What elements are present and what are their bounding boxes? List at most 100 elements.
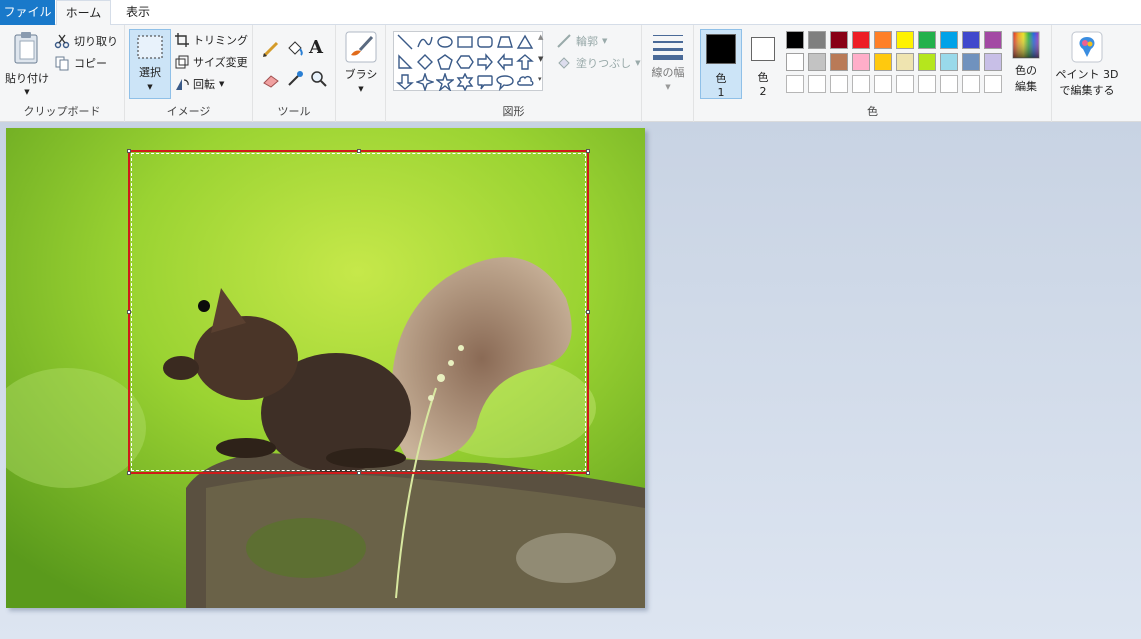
- pencil-icon[interactable]: [261, 39, 283, 61]
- curve-icon[interactable]: [416, 33, 434, 51]
- down-arrow-icon[interactable]: [396, 73, 414, 91]
- selection-handle[interactable]: [586, 310, 590, 314]
- custom-color-slot[interactable]: [786, 75, 804, 93]
- selection-rectangle[interactable]: [127, 149, 590, 475]
- palette-swatch[interactable]: [830, 53, 848, 71]
- crop-button[interactable]: トリミング: [175, 30, 248, 50]
- palette-swatch[interactable]: [852, 31, 870, 49]
- palette-swatch[interactable]: [918, 31, 936, 49]
- copy-icon: [55, 56, 69, 71]
- selection-handle[interactable]: [357, 149, 361, 153]
- palette-swatch[interactable]: [940, 31, 958, 49]
- gallery-expand-icon[interactable]: ▾: [538, 75, 548, 83]
- diamond-icon[interactable]: [416, 53, 434, 71]
- selection-handle[interactable]: [127, 471, 131, 475]
- brushes-button[interactable]: ブラシ ▼: [342, 31, 380, 99]
- hexagon-icon[interactable]: [456, 53, 474, 71]
- eraser-icon[interactable]: [261, 69, 283, 91]
- right-triangle-icon[interactable]: [396, 53, 414, 71]
- gallery-scroll-down-icon[interactable]: ▼: [538, 55, 548, 63]
- color-picker-icon[interactable]: [285, 69, 307, 91]
- image-group: 選択 ▼ トリミング サイズ変更 回転 ▼ イメージ: [125, 25, 253, 122]
- rotate-button[interactable]: 回転 ▼: [175, 74, 224, 94]
- five-point-star-icon[interactable]: [436, 73, 454, 91]
- color2-button[interactable]: 色 2: [744, 29, 782, 99]
- oval-callout-icon[interactable]: [496, 73, 514, 91]
- six-point-star-icon[interactable]: [456, 73, 474, 91]
- resize-button[interactable]: サイズ変更: [175, 52, 248, 72]
- palette-swatch[interactable]: [918, 53, 936, 71]
- tab-home[interactable]: ホーム: [56, 0, 111, 26]
- text-icon[interactable]: A: [309, 37, 331, 59]
- edit-colors-button[interactable]: 色の 編集: [1006, 31, 1046, 101]
- cloud-callout-icon[interactable]: [516, 73, 534, 91]
- custom-color-slot[interactable]: [962, 75, 980, 93]
- palette-swatch[interactable]: [808, 31, 826, 49]
- palette-swatch[interactable]: [808, 53, 826, 71]
- magnifier-icon[interactable]: [309, 69, 331, 91]
- palette-swatch[interactable]: [896, 31, 914, 49]
- paste-label: 貼り付け: [5, 72, 49, 85]
- fill-bucket-icon: [558, 57, 570, 69]
- gallery-scroll-up-icon[interactable]: ▲: [538, 33, 548, 41]
- triangle-icon[interactable]: [516, 33, 534, 51]
- rounded-rectangle-icon[interactable]: [476, 33, 494, 51]
- line-icon[interactable]: [396, 33, 414, 51]
- fill-shape-button[interactable]: 塗りつぶし ▼: [556, 53, 641, 73]
- edit-in-paint3d-button[interactable]: ペイント 3D で編集する: [1054, 31, 1120, 101]
- palette-swatch[interactable]: [852, 53, 870, 71]
- selection-handle[interactable]: [127, 149, 131, 153]
- palette-swatch[interactable]: [786, 53, 804, 71]
- chevron-down-icon: ▼: [219, 80, 225, 88]
- size-button[interactable]: 線の幅 ▼: [648, 31, 688, 101]
- fill-icon[interactable]: [285, 39, 307, 61]
- paste-button[interactable]: 貼り付け ▼: [4, 31, 50, 99]
- copy-button[interactable]: コピー: [54, 53, 107, 73]
- custom-color-slot[interactable]: [808, 75, 826, 93]
- outline-button[interactable]: 輪郭 ▼: [556, 31, 607, 51]
- palette-swatch[interactable]: [962, 31, 980, 49]
- edit-colors-label-2: 編集: [1015, 80, 1037, 93]
- selection-handle[interactable]: [357, 471, 361, 475]
- chevron-down-icon: ▼: [147, 83, 153, 91]
- color2-swatch: [751, 37, 775, 61]
- palette-swatch[interactable]: [874, 53, 892, 71]
- rounded-callout-icon[interactable]: [476, 73, 494, 91]
- palette-swatch[interactable]: [940, 53, 958, 71]
- color1-button[interactable]: 色 1: [700, 29, 742, 99]
- up-arrow-icon[interactable]: [516, 53, 534, 71]
- palette-swatch[interactable]: [874, 31, 892, 49]
- palette-swatch[interactable]: [984, 53, 1002, 71]
- custom-color-slot[interactable]: [984, 75, 1002, 93]
- custom-color-slot[interactable]: [940, 75, 958, 93]
- left-arrow-icon[interactable]: [496, 53, 514, 71]
- tab-view[interactable]: 表示: [114, 0, 162, 25]
- tab-file[interactable]: ファイル: [0, 0, 55, 25]
- chevron-down-icon: ▼: [635, 59, 641, 67]
- four-point-star-icon[interactable]: [416, 73, 434, 91]
- selection-handle[interactable]: [586, 149, 590, 153]
- oval-icon[interactable]: [436, 33, 454, 51]
- image-group-label: イメージ: [166, 105, 211, 118]
- rectangle-icon[interactable]: [456, 33, 474, 51]
- palette-swatch[interactable]: [786, 31, 804, 49]
- palette-swatch[interactable]: [962, 53, 980, 71]
- selection-handle[interactable]: [586, 471, 590, 475]
- drawing-canvas[interactable]: [6, 128, 645, 608]
- custom-color-slot[interactable]: [918, 75, 936, 93]
- rotate-label: 回転: [193, 78, 215, 91]
- polygon-icon[interactable]: [496, 33, 514, 51]
- palette-swatch[interactable]: [830, 31, 848, 49]
- custom-color-slot[interactable]: [874, 75, 892, 93]
- select-button[interactable]: 選択 ▼: [129, 29, 171, 99]
- pentagon-icon[interactable]: [436, 53, 454, 71]
- selection-handle[interactable]: [127, 310, 131, 314]
- palette-swatch[interactable]: [984, 31, 1002, 49]
- paint3d-group: ペイント 3D で編集する: [1052, 25, 1122, 122]
- cut-button[interactable]: 切り取り: [54, 31, 118, 51]
- right-arrow-icon[interactable]: [476, 53, 494, 71]
- custom-color-slot[interactable]: [896, 75, 914, 93]
- custom-color-slot[interactable]: [830, 75, 848, 93]
- palette-swatch[interactable]: [896, 53, 914, 71]
- custom-color-slot[interactable]: [852, 75, 870, 93]
